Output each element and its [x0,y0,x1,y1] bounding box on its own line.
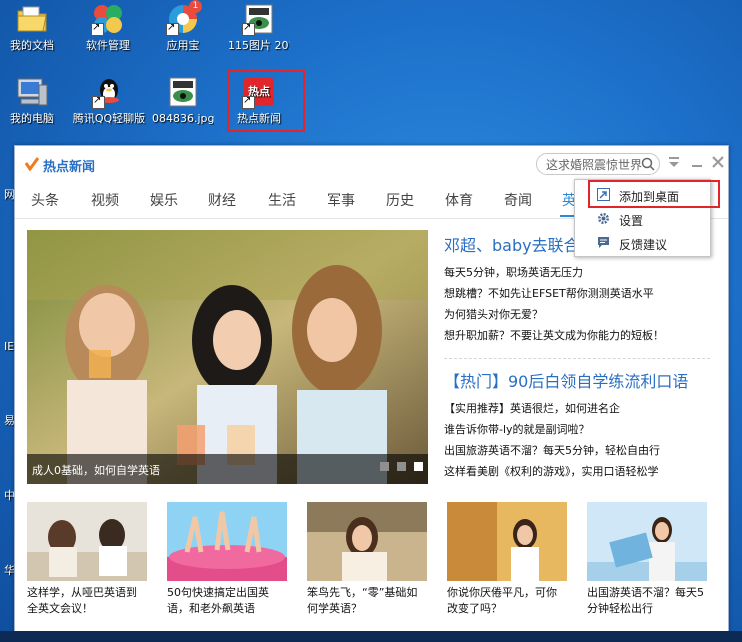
news-link[interactable]: 想跳槽？不如先让EFSET帮你测测英语水平 [444,285,654,301]
app-title: 热点新闻 [43,160,96,175]
news-link[interactable]: 谁告诉你带-ly的就是副词啦？ [444,421,590,437]
title-bar[interactable]: 热点新闻 [15,146,728,182]
feedback-icon [598,237,609,248]
thumbnail-card[interactable]: 你说你厌倦平凡，可你改变了吗？ [447,502,567,617]
menu-item-feedback[interactable]: 反馈建议 [575,232,710,254]
minimize-icon [692,165,702,167]
news-link[interactable]: 出国旅游英语不溜？每天5分钟，轻松自由行 [444,442,660,458]
image-file-icon [166,75,200,109]
hero-carousel[interactable]: 成人0基础，如何自学英语 [27,230,428,484]
close-icon [712,156,724,168]
news-link[interactable]: 这样看美剧《权利的游戏》，实用口语轻松学 [444,463,659,479]
tab-military[interactable]: 军事 [327,190,355,210]
shortcut-arrow-icon [242,21,255,36]
news-link[interactable]: 【实用推荐】英语很烂，如何进名企 [444,400,620,416]
hero-caption-bar: 成人0基础，如何自学英语 [27,454,428,484]
notification-badge: 1 [189,0,202,13]
thumbnail-image [27,502,147,581]
headline-2[interactable]: 【热门】90后白领自学练流利口语 [444,368,688,392]
shortcut-arrow-icon [92,94,105,109]
chevron-down-icon [669,157,679,167]
software-manager-icon [91,2,125,36]
thumbnail-caption[interactable]: 出国游英语不溜？每天5分钟轻松出行 [587,585,707,617]
app-logo-icon [25,157,39,171]
search-input[interactable] [544,154,652,176]
app-store-icon: 1 [166,0,202,36]
hero-caption[interactable]: 成人0基础，如何自学英语 [32,462,160,478]
tab-history[interactable]: 历史 [386,190,414,210]
shortcut-arrow-icon [91,21,104,36]
thumbnail-caption[interactable]: 笨鸟先飞，“零”基础如何学英语？ [307,585,427,617]
tab-oddities[interactable]: 奇闻 [504,190,532,210]
thumbnail-image [587,502,707,581]
thumbnail-image [447,502,567,581]
tab-life[interactable]: 生活 [268,190,296,210]
my-computer-icon [15,75,49,109]
thumbnail-card[interactable]: 这样学，从哑巴英语到全英文会议！ [27,502,147,617]
search-icon[interactable] [641,157,655,171]
desktop-icon-software-manager[interactable]: 软件管理 [77,2,139,52]
headline-1[interactable]: 邓超、baby去联合国 [444,232,596,256]
desktop-icon-app-store[interactable]: 1 应用宝 [152,0,214,52]
hero-photo [27,230,428,484]
desktop-icon-image-file[interactable]: 115图片 2016100​21... [228,2,290,52]
taskbar-edge [0,631,742,642]
edge-label: IE [4,340,15,353]
tab-video[interactable]: 视频 [91,190,119,210]
thumbnail-caption[interactable]: 你说你厌倦平凡，可你改变了吗？ [447,585,567,617]
desktop-icon-my-computer[interactable]: 我的电脑 [1,75,63,125]
desktop-icon-jpg-file[interactable]: 084836.jpg [152,75,214,125]
thumbnail-card[interactable]: 笨鸟先飞，“零”基础如何学英语？ [307,502,427,617]
divider [444,358,710,359]
carousel-dot-1[interactable] [380,462,389,471]
thumbnail-image [167,502,287,581]
close-button[interactable] [710,155,726,171]
menu-item-settings[interactable]: 设置 [575,208,710,230]
thumbnail-image [307,502,427,581]
thumbnail-caption[interactable]: 这样学，从哑巴英语到全英文会议！ [27,585,147,617]
news-link[interactable]: 每天5分钟，职场英语无压力 [444,264,583,280]
dropdown-menu-button[interactable] [666,155,682,171]
thumbnail-card[interactable]: 出国游英语不溜？每天5分钟轻松出行 [587,502,707,617]
tab-headlines[interactable]: 头条 [31,190,59,210]
highlight-box-desktop-shortcut [227,70,305,132]
carousel-dot-3[interactable] [414,462,423,471]
search-box[interactable] [536,153,660,176]
thumbnail-card[interactable]: 50句快速搞定出国英语，和老外飙英语 [167,502,287,617]
desktop-icon-qq[interactable]: 腾讯QQ轻聊版 [72,75,146,125]
shortcut-arrow-icon [166,21,179,36]
gear-icon [598,213,609,224]
news-link[interactable]: 为何猎头对你无爱？ [444,306,543,322]
menu-item-label: 反馈建议 [619,238,668,252]
minimize-button[interactable] [689,155,705,171]
tab-sports[interactable]: 体育 [445,190,473,210]
desktop-icon-my-documents[interactable]: 我的文档 [1,2,63,52]
highlight-box-menu-item [588,180,720,208]
tab-finance[interactable]: 财经 [208,190,236,210]
menu-item-label: 设置 [619,214,644,228]
my-documents-folder-icon [15,2,49,36]
tab-entertainment[interactable]: 娱乐 [150,190,178,210]
carousel-dot-2[interactable] [397,462,406,471]
thumbnail-caption[interactable]: 50句快速搞定出国英语，和老外飙英语 [167,585,287,617]
qq-icon [92,75,126,109]
image-file-icon [242,2,276,36]
news-link[interactable]: 想升职加薪？不要让英文成为你能力的短板！ [444,327,664,343]
